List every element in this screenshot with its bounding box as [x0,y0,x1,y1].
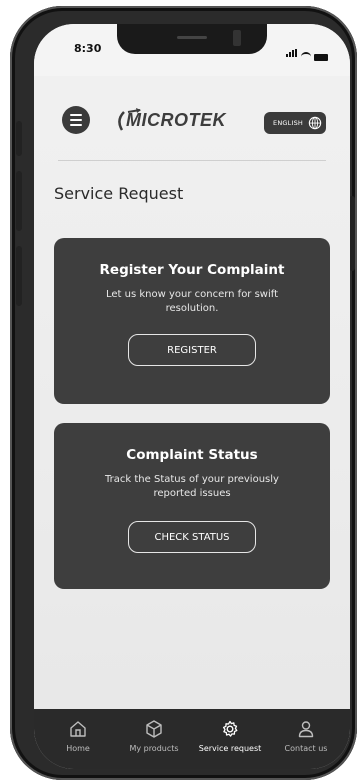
card-description: Let us know your concern for swift resol… [105,289,279,314]
page-title: Service Request [54,184,184,203]
card-description: Track the Status of your previously repo… [105,474,279,499]
globe-icon [308,116,322,130]
register-complaint-card: Register Your Complaint Let us know your… [54,238,330,404]
hamburger-icon-line [70,119,82,121]
brand-logo: MICROTEK [114,108,226,132]
menu-button[interactable] [62,106,90,134]
phone-frame: 8:30 MICROTEK ENGLISH Service Request Re… [10,6,357,780]
card-title: Complaint Status [126,447,258,463]
speaker-grille [177,36,207,39]
volume-up-button [16,171,22,231]
tab-contact-us[interactable]: Contact us [269,709,343,753]
tab-my-products[interactable]: My products [117,709,191,753]
tab-label: Service request [198,744,262,753]
signal-icon [286,42,298,61]
register-button[interactable]: REGISTER [128,334,256,366]
battery-icon [314,54,328,61]
hamburger-icon-line [70,124,82,126]
header-divider [58,160,326,161]
language-label: ENGLISH [273,119,303,127]
tab-service-request[interactable]: Service request [193,709,267,753]
check-status-button[interactable]: CHECK STATUS [128,521,256,553]
camera-notch [117,24,267,54]
complaint-status-card: Complaint Status Track the Status of you… [54,423,330,589]
wifi-icon [301,52,311,61]
gear-icon [222,720,238,737]
home-icon [70,721,86,737]
app-header: MICROTEK ENGLISH [34,92,350,142]
status-time: 8:30 [74,42,102,55]
volume-down-button [16,246,22,306]
status-bar: 8:30 [34,24,350,76]
bottom-tab-bar: Home My products Service request Contact… [34,709,350,769]
hamburger-icon [70,114,82,116]
app-screen: 8:30 MICROTEK ENGLISH Service Request Re… [34,24,350,769]
user-icon [298,721,314,738]
tab-label: Contact us [284,744,328,753]
cube-icon [146,720,162,738]
mute-switch [16,121,22,156]
camera-icon [233,30,241,46]
card-title: Register Your Complaint [99,262,285,278]
logo-text: MICROTEK [126,110,226,130]
tab-label: My products [129,744,179,753]
status-icons [286,42,328,61]
language-selector[interactable]: ENGLISH [264,112,326,134]
tab-label: Home [66,744,90,753]
tab-home[interactable]: Home [41,709,115,753]
